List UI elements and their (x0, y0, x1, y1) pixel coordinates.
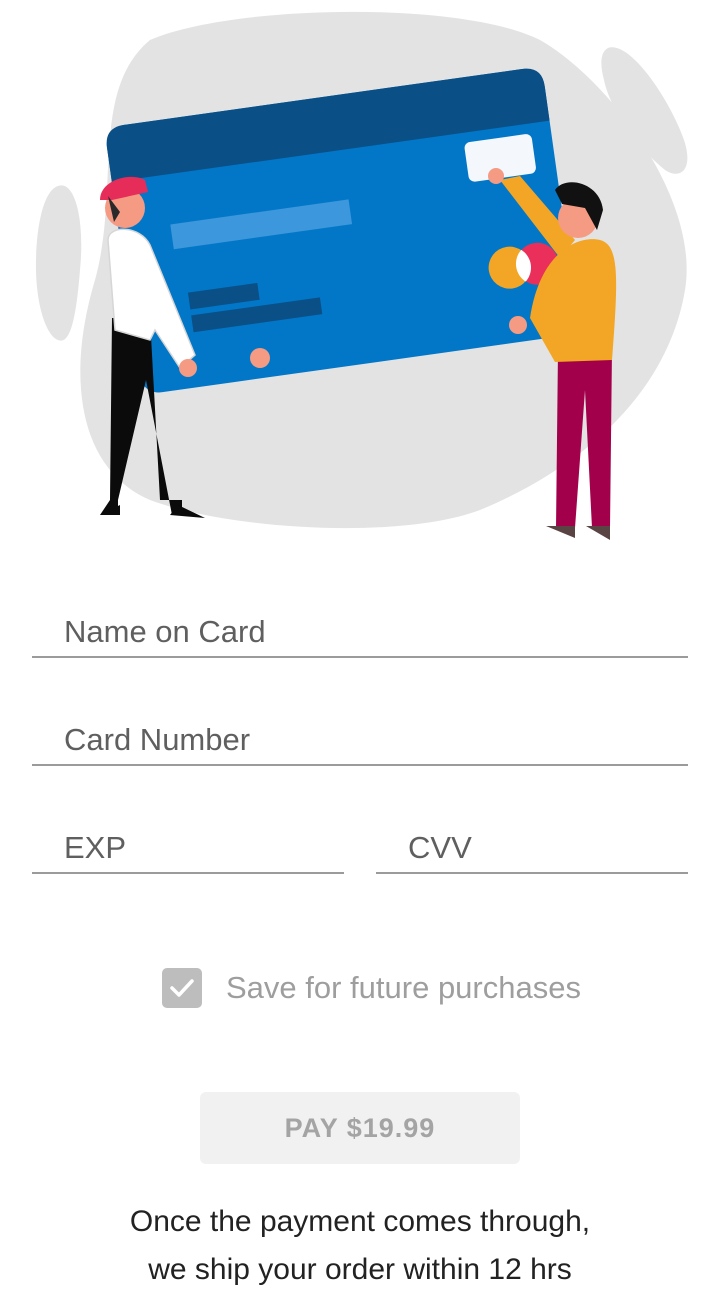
save-label: Save for future purchases (226, 970, 581, 1005)
name-on-card-input[interactable] (32, 608, 688, 656)
save-for-future-row[interactable]: Save for future purchases (162, 966, 581, 1010)
save-checkbox[interactable] (162, 968, 202, 1008)
credit-card-illustration (35, 11, 688, 540)
shipping-note-line1: Once the payment comes through, (129, 1205, 591, 1238)
shipping-note: Once the payment comes through, we ship … (0, 1198, 720, 1294)
cvv-input[interactable] (376, 824, 688, 872)
cvv-field[interactable] (376, 824, 688, 874)
background-blob-small (35, 185, 82, 341)
hero-illustration (0, 0, 720, 560)
name-on-card-field[interactable] (32, 608, 688, 658)
exp-input[interactable] (32, 824, 344, 872)
checkmark-icon (170, 979, 194, 997)
card-number-input[interactable] (32, 716, 688, 764)
exp-field[interactable] (32, 824, 344, 874)
card-number-field[interactable] (32, 716, 688, 766)
shipping-note-line2: we ship your order within 12 hrs (148, 1253, 572, 1286)
pay-button[interactable]: PAY $19.99 (200, 1092, 520, 1164)
